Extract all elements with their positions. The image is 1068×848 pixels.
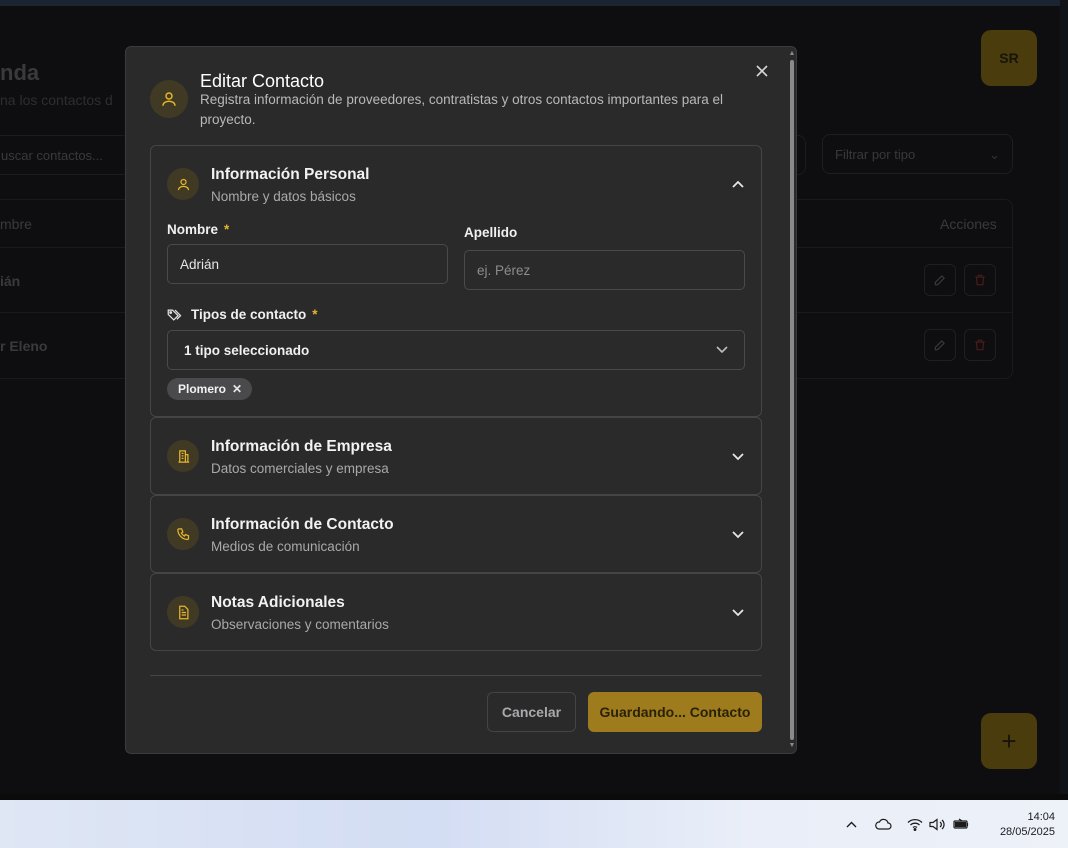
document-icon [167, 596, 199, 628]
chevron-down-icon [716, 346, 728, 354]
remove-chip-icon[interactable]: ✕ [232, 382, 242, 396]
section-title: Información de Empresa [211, 438, 392, 455]
chevron-up-icon[interactable] [731, 177, 745, 191]
section-subtitle: Observaciones y comentarios [211, 617, 389, 632]
page-subtitle: na los contactos d [0, 92, 113, 108]
scroll-thumb[interactable] [790, 60, 794, 740]
table-header-name: mbre [0, 216, 32, 232]
battery-icon[interactable] [952, 812, 972, 836]
type-filter-select[interactable]: Filtrar por tipo ⌄ [822, 134, 1013, 174]
user-icon [167, 168, 199, 200]
table-header-actions: Acciones [940, 216, 997, 232]
modal-title: Editar Contacto [200, 71, 325, 91]
section-additional-notes[interactable]: Notas Adicionales Observaciones y coment… [150, 573, 762, 651]
window-right-edge [1060, 0, 1068, 794]
last-name-input[interactable] [464, 250, 745, 290]
section-title: Notas Adicionales [211, 594, 345, 611]
last-name-label: Apellido [464, 225, 518, 240]
close-icon [756, 65, 768, 77]
first-name-input[interactable] [167, 244, 448, 284]
footer-divider [150, 675, 762, 676]
contact-types-label: Tipos de contacto * [167, 307, 318, 322]
cloud-icon[interactable] [873, 812, 893, 836]
table-row-name: ián [0, 273, 21, 289]
contact-type-chip: Plomero ✕ [167, 378, 253, 400]
wifi-icon[interactable] [905, 812, 925, 836]
contact-types-select[interactable]: 1 tipo seleccionado [167, 330, 745, 370]
user-avatar[interactable]: SR [981, 30, 1037, 86]
clock-date: 28/05/2025 [999, 826, 1055, 838]
chevron-down-icon[interactable] [731, 450, 745, 464]
modal-description: Registra información de proveedores, con… [200, 92, 724, 127]
edit-icon[interactable] [924, 329, 956, 361]
type-filter-label: Filtrar por tipo [835, 147, 916, 162]
add-contact-button[interactable]: + [981, 713, 1037, 769]
section-title: Información Personal [211, 166, 370, 183]
section-company-info[interactable]: Información de Empresa Datos comerciales… [150, 417, 762, 495]
contact-types-value: 1 tipo seleccionado [184, 342, 310, 358]
section-subtitle: Medios de comunicación [211, 539, 360, 554]
chevron-down-icon: ⌄ [989, 147, 1000, 162]
first-name-label: Nombre * [167, 222, 230, 237]
page-title: nda [0, 60, 40, 85]
system-clock[interactable]: 14:04 28/05/2025 [985, 810, 1055, 840]
building-icon [167, 440, 199, 472]
scroll-up-arrow[interactable]: ▲ [788, 50, 796, 58]
chevron-down-icon[interactable] [731, 606, 745, 620]
chevron-down-icon[interactable] [731, 528, 745, 542]
table-row-name: r Eleno [0, 338, 48, 354]
chip-label: Plomero [178, 382, 227, 396]
section-subtitle: Nombre y datos básicos [211, 189, 356, 204]
scroll-down-arrow[interactable]: ▼ [788, 742, 796, 750]
section-subtitle: Datos comerciales y empresa [211, 461, 389, 476]
volume-icon[interactable] [928, 812, 948, 836]
user-icon [150, 80, 188, 118]
save-contact-button[interactable]: Guardando... Contacto [588, 692, 762, 732]
tag-icon [167, 308, 182, 321]
section-title: Información de Contacto [211, 516, 394, 533]
edit-icon[interactable] [924, 264, 956, 296]
close-button[interactable] [752, 61, 772, 81]
trash-icon[interactable] [964, 264, 996, 296]
search-input[interactable]: uscar contactos... [0, 135, 130, 175]
clock-time: 14:04 [1027, 811, 1055, 823]
trash-icon[interactable] [964, 329, 996, 361]
section-contact-info[interactable]: Información de Contacto Medios de comuni… [150, 495, 762, 573]
phone-icon [167, 518, 199, 550]
modal-scrollbar[interactable]: ▲ ▼ [788, 50, 796, 750]
chevron-up-icon[interactable] [841, 812, 861, 836]
cancel-button[interactable]: Cancelar [487, 692, 576, 732]
